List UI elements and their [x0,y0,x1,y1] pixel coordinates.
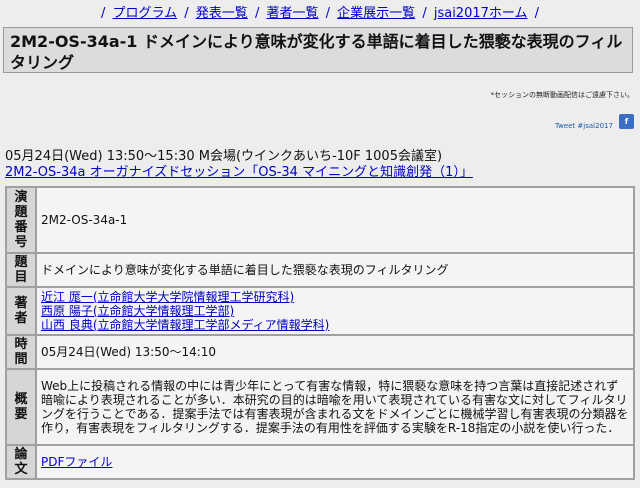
session-link[interactable]: 2M2-OS-34a オーガナイズドセッション「OS-34 マイニングと知識創発… [5,161,473,180]
row-label-title: 題 目 [7,254,35,286]
nav-separator: / [100,6,106,21]
nav-separator: / [254,6,260,21]
authors-cell: 近江 厖一(立命館大学大学院情報理工学研究科) 西原 陽子(立命館大学情報理工学… [37,288,633,334]
tweet-button[interactable]: Tweet #jsai2017 [555,122,613,130]
facebook-icon[interactable]: f [619,114,634,129]
row-label-paper: 論 文 [7,446,35,478]
page-title: 2M2-OS-34a-1 ドメインにより意味が変化する単語に着目した猥褻な表現の… [3,27,633,73]
nav-link-exhibits[interactable]: 企業展示一覧 [337,6,415,21]
top-navigation: / プログラム / 発表一覧 / 著者一覧 / 企業展示一覧 / jsai201… [0,2,640,21]
paper-cell: PDFファイル [37,446,633,478]
table-row: 著 者 近江 厖一(立命館大学大学院情報理工学研究科) 西原 陽子(立命館大学情… [7,288,633,334]
nav-separator: / [325,6,331,21]
author-link[interactable]: 近江 厖一(立命館大学大学院情報理工学研究科) [41,290,629,304]
row-label-number: 演 題 番 号 [7,188,35,252]
table-row: 時 間 05月24日(Wed) 13:50〜14:10 [7,336,633,368]
table-row: 題 目 ドメインにより意味が変化する単語に着目した猥褻な表現のフィルタリング [7,254,633,286]
author-link[interactable]: 山西 良典(立命館大学情報理工学部メディア情報学科) [41,318,629,332]
presentation-number: 2M2-OS-34a-1 [37,188,633,252]
table-row: 概 要 Web上に投稿される情報の中には青少年にとって有害な情報，特に猥褻な意味… [7,370,633,444]
row-label-abstract: 概 要 [7,370,35,444]
nav-separator: / [422,6,427,21]
nav-link-authors[interactable]: 著者一覧 [266,6,318,21]
streaming-notice: *セッションの無断動画配信はご遠慮下さい。 [490,91,635,99]
table-row: 演 題 番 号 2M2-OS-34a-1 [7,188,633,252]
nav-link-program[interactable]: プログラム [112,6,177,21]
row-label-authors: 著 者 [7,288,35,334]
nav-link-presentations[interactable]: 発表一覧 [196,6,248,21]
table-row: 論 文 PDFファイル [7,446,633,478]
nav-separator: / [184,6,189,21]
pdf-link[interactable]: PDFファイル [41,455,112,469]
nav-separator: / [534,6,540,21]
nav-link-home[interactable]: jsai2017ホーム [434,6,528,21]
row-label-time: 時 間 [7,336,35,368]
abstract-text: Web上に投稿される情報の中には青少年にとって有害な情報，特に猥褻な意味を持つ言… [37,370,633,444]
presentation-info-table: 演 題 番 号 2M2-OS-34a-1 題 目 ドメインにより意味が変化する単… [5,186,635,480]
presentation-title: ドメインにより意味が変化する単語に着目した猥褻な表現のフィルタリング [37,254,633,286]
presentation-time: 05月24日(Wed) 13:50〜14:10 [37,336,633,368]
author-link[interactable]: 西原 陽子(立命館大学情報理工学部) [41,304,629,318]
